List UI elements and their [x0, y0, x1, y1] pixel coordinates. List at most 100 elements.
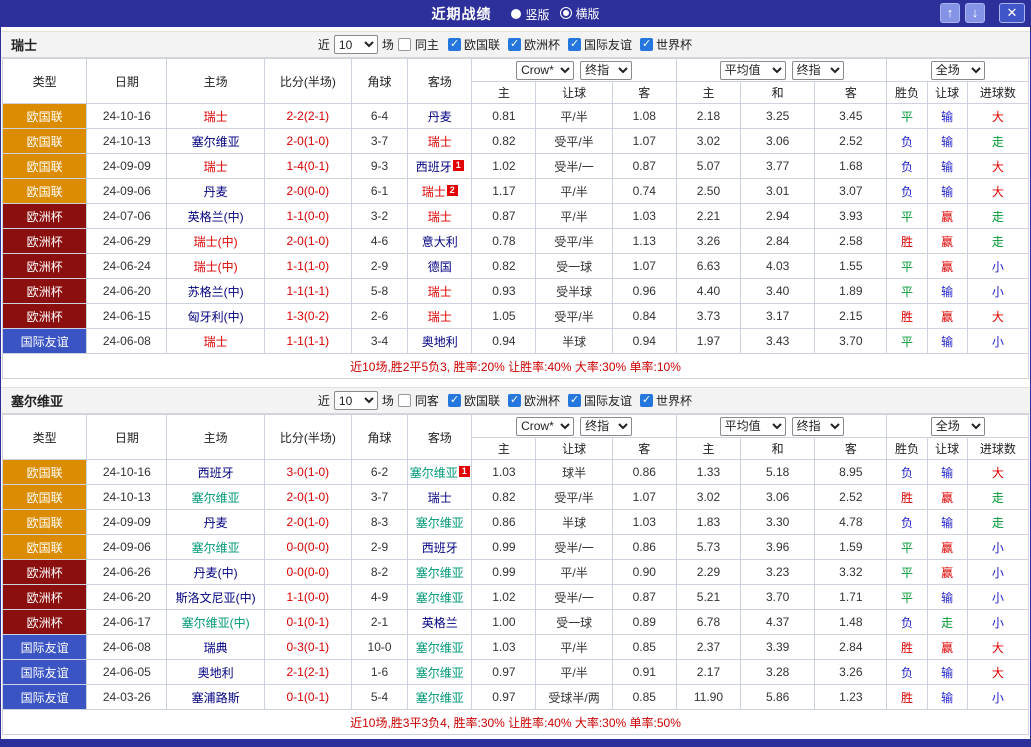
competition-checkbox[interactable] — [507, 393, 521, 407]
home-team-cell: 苏格兰(中) — [166, 278, 265, 304]
corners-cell: 8-2 — [350, 559, 409, 585]
recent-count-select[interactable]: 10 — [333, 391, 378, 410]
dropdown-group: 平均值 终指 — [675, 414, 888, 438]
score-cell: 0-0(0-0) — [263, 559, 352, 585]
competition-checkbox[interactable] — [507, 37, 521, 51]
competition-cell: 欧国联 — [1, 484, 88, 510]
team-name: 瑞士 — [427, 309, 452, 324]
table-body: 欧国联 24-10-16 瑞士 2-2(2-1) 6-4 丹麦 0.81 平/半 1.08 2.1… — [1, 103, 1030, 354]
match-row: 欧洲杯 24-06-20 斯洛文尼亚(中) 1-1(0-0) 4-9 塞尔维亚 1.02 受半… — [1, 584, 1030, 610]
widget-title: 近期战绩 — [431, 5, 492, 22]
ah-home-odds-cell: 0.81 — [471, 103, 537, 129]
euro-away-odds-cell: 4.78 — [814, 509, 888, 535]
competition-cell: 国际友谊 — [1, 659, 88, 685]
move-down-button[interactable]: ↓ — [965, 3, 985, 23]
ah-odds-time-select[interactable]: 终指 — [580, 60, 633, 80]
date-cell: 24-06-29 — [86, 228, 168, 254]
competition-checkbox[interactable] — [567, 37, 581, 51]
score-cell: 2-1(2-1) — [263, 659, 352, 685]
same-filter-checkbox[interactable] — [397, 38, 411, 51]
team-name: 塞尔维亚 — [415, 665, 464, 680]
bookmaker-select[interactable]: Crow* — [516, 60, 575, 80]
ah-away-odds-cell: 0.86 — [611, 459, 677, 485]
match-row: 欧洲杯 24-06-20 苏格兰(中) 1-1(1-1) 5-8 瑞士 0.93 受半球 0.9… — [1, 278, 1030, 304]
ah-odds-time-select[interactable]: 终指 — [580, 416, 633, 436]
outcome-result-cell: 负 — [886, 609, 928, 635]
goals-result-cell: 小 — [966, 253, 1030, 279]
scope-select[interactable]: 全场 — [930, 416, 985, 436]
corners-cell: 6-2 — [350, 459, 409, 485]
same-filter-checkbox[interactable] — [397, 394, 411, 407]
date-cell: 24-07-06 — [86, 203, 168, 229]
competition-cell: 欧国联 — [1, 459, 88, 485]
home-team-cell: 丹麦 — [166, 178, 265, 204]
outcome-result-cell: 胜 — [886, 634, 928, 660]
col-res-outcome: 胜负 — [886, 437, 928, 460]
match-row: 欧洲杯 24-06-24 瑞士(中) 1-1(1-0) 2-9 德国 0.82 受一球 1.07… — [1, 253, 1030, 279]
ah-line-cell: 平/半 — [535, 203, 613, 229]
away-team-cell: 塞尔维亚 — [407, 659, 473, 685]
euro-average-select[interactable]: 平均值 — [719, 60, 786, 80]
euro-away-odds-cell: 1.55 — [814, 253, 888, 279]
corners-cell: 3-7 — [350, 128, 409, 154]
date-cell: 24-09-09 — [86, 153, 168, 179]
recent-count-select[interactable]: 10 — [333, 35, 378, 54]
col-eu-draw: 和 — [740, 437, 816, 460]
near-label: 近 — [317, 394, 330, 408]
competition-label: 欧国联 — [463, 394, 500, 408]
red-card-badge: 2 — [446, 184, 458, 196]
competition-checkbox[interactable] — [639, 393, 653, 407]
away-team-cell: 瑞士 — [407, 278, 473, 304]
ah-away-odds-cell: 1.13 — [611, 228, 677, 254]
layout-radio-option[interactable]: 横版 — [559, 5, 600, 22]
ah-line-cell: 受平/半 — [535, 303, 613, 329]
competition-cell: 欧洲杯 — [1, 609, 88, 635]
layout-radio-option[interactable]: 竖版 — [511, 6, 550, 23]
close-button[interactable]: ✕ — [999, 3, 1025, 23]
ah-line-cell: 受平/半 — [535, 128, 613, 154]
competition-label: 国际友谊 — [583, 38, 632, 52]
match-row: 欧国联 24-10-13 塞尔维亚 2-0(1-0) 3-7 瑞士 0.82 受平/半 1.07… — [1, 128, 1030, 154]
team-name: 塞尔维亚 — [191, 490, 240, 505]
table-head: 类型 日期 主场 比分(半场) 角球 客场 Crow* 终指 平均值 终指 全场主让球客主和客胜负让… — [1, 414, 1030, 460]
date-cell: 24-06-05 — [86, 659, 168, 685]
competition-checkbox[interactable] — [567, 393, 581, 407]
competition-checkbox[interactable] — [639, 37, 653, 51]
dropdown-group: 全场 — [886, 58, 1029, 82]
match-row: 欧国联 24-09-06 丹麦 2-0(0-0) 6-1 瑞士 2 1.17 平/半 0.74 2.… — [1, 178, 1030, 204]
team-name: 瑞士 — [203, 109, 228, 124]
home-team-cell: 瑞士 — [166, 328, 265, 354]
move-up-button[interactable]: ↑ — [940, 3, 960, 23]
away-team-cell: 奥地利 — [407, 328, 473, 354]
radio-label: 竖版 — [525, 7, 550, 22]
match-row: 欧洲杯 24-07-06 英格兰(中) 1-1(0-0) 3-2 瑞士 0.87 平/半 1.0… — [1, 203, 1030, 229]
date-cell: 24-09-09 — [86, 509, 168, 535]
date-cell: 24-09-06 — [86, 534, 168, 560]
team-name: 意大利 — [421, 234, 458, 249]
competition-checkbox[interactable] — [447, 37, 461, 51]
euro-away-odds-cell: 2.52 — [814, 484, 888, 510]
bookmaker-select[interactable]: Crow* — [516, 416, 575, 436]
euro-odds-time-select[interactable]: 终指 — [791, 60, 844, 80]
col-ah-home: 主 — [471, 437, 537, 460]
corners-cell: 2-9 — [350, 534, 409, 560]
euro-average-select[interactable]: 平均值 — [719, 416, 786, 436]
away-team-cell: 英格兰 — [407, 609, 473, 635]
euro-home-odds-cell: 2.17 — [675, 659, 742, 685]
euro-home-odds-cell: 2.50 — [675, 178, 742, 204]
col-eu-home: 主 — [675, 437, 742, 460]
euro-draw-odds-cell: 5.86 — [740, 684, 816, 710]
euro-home-odds-cell: 1.33 — [675, 459, 742, 485]
euro-away-odds-cell: 2.58 — [814, 228, 888, 254]
euro-odds-time-select[interactable]: 终指 — [791, 416, 844, 436]
summary-text: 近10场,胜2平5负3, 胜率:20% 让胜率:40% 大率:30% 单率:10… — [2, 353, 1029, 379]
euro-home-odds-cell: 3.02 — [675, 128, 742, 154]
competition-checkbox[interactable] — [447, 393, 461, 407]
home-team-cell: 奥地利 — [166, 659, 265, 685]
euro-draw-odds-cell: 2.94 — [740, 203, 816, 229]
col-score: 比分(半场) — [263, 414, 352, 460]
ah-home-odds-cell: 0.97 — [471, 684, 537, 710]
team-name: 德国 — [427, 259, 452, 274]
scope-select[interactable]: 全场 — [930, 60, 985, 80]
ah-line-cell: 半球 — [535, 328, 613, 354]
